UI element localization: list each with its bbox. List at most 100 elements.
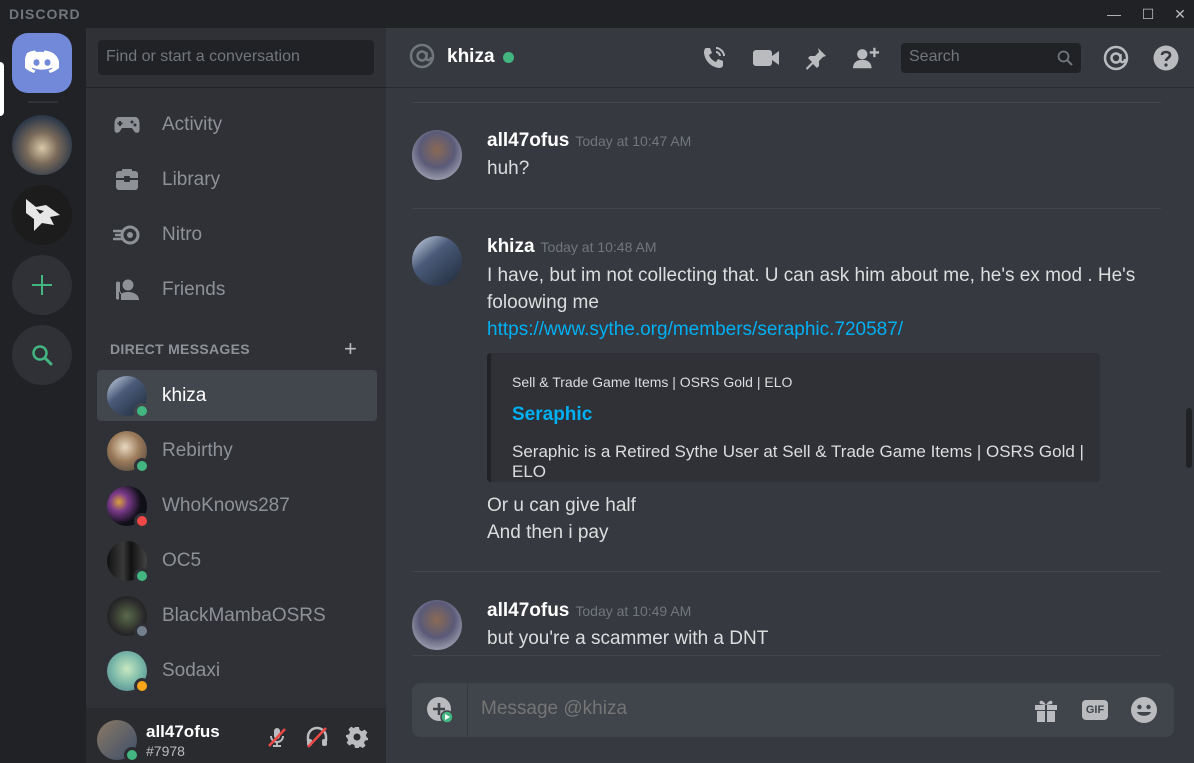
avatar <box>107 650 150 694</box>
user-settings-button[interactable] <box>344 724 370 750</box>
plus-icon <box>32 275 52 295</box>
mentions-button[interactable] <box>1102 44 1130 72</box>
emoji-icon <box>1131 697 1157 723</box>
dm-name: khiza <box>162 384 207 406</box>
message-text: huh? <box>487 158 530 179</box>
status-dnd-icon <box>134 512 150 529</box>
dm-item-khiza[interactable]: khiza <box>97 370 377 421</box>
message-text: foloowing me <box>487 292 599 313</box>
attach-plus-icon <box>426 697 454 724</box>
nav-label: Activity <box>162 114 223 135</box>
message-author[interactable]: all47ofus <box>487 130 569 151</box>
avatar <box>107 375 150 419</box>
discord-logo-icon <box>25 50 59 73</box>
message-header: all47ofus Today at 10:49 AM <box>487 600 691 622</box>
discord-wordmark: DISCORD <box>9 6 81 22</box>
pinned-messages-button[interactable] <box>802 44 830 72</box>
direct-messages-header: DIRECT MESSAGES <box>110 341 250 357</box>
embed-provider: Sell & Trade Game Items | OSRS Gold | EL… <box>512 374 793 390</box>
message-header: khiza Today at 10:48 AM <box>487 236 657 258</box>
at-mention-icon <box>1103 45 1129 71</box>
emoji-picker-button[interactable] <box>1129 695 1159 725</box>
home-button[interactable] <box>12 33 72 93</box>
status-offline-icon <box>134 622 150 639</box>
minimize-button[interactable]: — <box>1102 4 1126 24</box>
dm-item-oc5[interactable]: OC5 <box>97 535 377 586</box>
find-conversation-input[interactable]: Find or start a conversation <box>98 40 374 75</box>
server-list <box>0 28 86 763</box>
start-video-call-button[interactable] <box>752 44 780 72</box>
microphone-muted-icon <box>268 728 286 747</box>
status-online-icon <box>134 457 150 474</box>
avatar[interactable] <box>412 130 462 180</box>
nav-label: Nitro <box>162 224 203 245</box>
divider <box>86 87 386 88</box>
nav-label: Friends <box>162 279 226 300</box>
user-panel: all47ofus #7978 <box>86 708 386 763</box>
avatar[interactable] <box>97 720 140 763</box>
mute-button[interactable] <box>264 724 290 750</box>
start-voice-call-button[interactable] <box>700 44 728 72</box>
scrollbar[interactable] <box>1186 408 1192 468</box>
maximize-button[interactable]: ☐ <box>1136 4 1160 24</box>
status-online-icon <box>134 402 150 419</box>
search-input[interactable]: Search <box>901 43 1081 73</box>
embed-title[interactable]: Seraphic <box>512 404 592 426</box>
gear-icon <box>346 726 368 748</box>
message-divider <box>412 571 1161 572</box>
message-input[interactable] <box>481 698 1001 720</box>
nitro-icon <box>102 213 152 257</box>
channel-name: khiza <box>447 46 495 67</box>
message-author[interactable]: khiza <box>487 236 535 257</box>
help-icon <box>1153 45 1179 71</box>
nav-activity[interactable]: Activity <box>98 103 374 147</box>
message-composer: GIF <box>412 683 1174 737</box>
embed-description: Seraphic is a Retired Sythe User at Sell… <box>512 442 1084 481</box>
message-author[interactable]: all47ofus <box>487 600 569 621</box>
user-tag: #7978 <box>146 743 185 759</box>
add-friend-to-dm-button[interactable] <box>852 44 880 72</box>
nav-nitro[interactable]: Nitro <box>98 213 374 257</box>
pin-icon <box>806 48 826 70</box>
gif-icon: GIF <box>1081 700 1109 720</box>
server-icon-wolf[interactable] <box>12 185 72 245</box>
message-divider <box>412 102 1161 103</box>
message-list: all47ofus Today at 10:47 AM huh? khiza Tod… <box>386 88 1194 656</box>
create-dm-button[interactable]: + <box>344 336 357 362</box>
search-icon <box>1057 50 1073 71</box>
video-camera-icon <box>753 50 779 66</box>
upload-button[interactable] <box>412 683 468 737</box>
message-divider <box>412 655 1161 656</box>
search-placeholder: Search <box>909 48 960 65</box>
deafen-button[interactable] <box>304 724 330 750</box>
status-online-icon <box>134 567 150 584</box>
send-gift-button[interactable] <box>1031 695 1061 725</box>
explore-servers-button[interactable] <box>12 325 72 385</box>
nav-friends[interactable]: Friends <box>98 268 374 312</box>
chat-area: khiza Search all47ofus Today at 10:47 AM… <box>386 28 1194 763</box>
link-embed: Sell & Trade Game Items | OSRS Gold | EL… <box>487 353 1100 482</box>
status-online-icon <box>503 52 514 63</box>
help-button[interactable] <box>1152 44 1180 72</box>
gif-picker-button[interactable]: GIF <box>1080 695 1110 725</box>
avatar <box>107 485 150 529</box>
close-button[interactable]: ✕ <box>1168 4 1192 24</box>
message-text: I have, but im not collecting that. U ca… <box>487 265 1136 286</box>
message-timestamp: Today at 10:47 AM <box>575 133 692 149</box>
dm-item-sodaxi[interactable]: Sodaxi <box>97 645 377 696</box>
avatar[interactable] <box>412 600 462 650</box>
server-icon-1[interactable] <box>12 115 72 175</box>
dm-item-whoknows287[interactable]: WhoKnows287 <box>97 480 377 531</box>
dm-item-blackmambaosrs[interactable]: BlackMambaOSRS <box>97 590 377 641</box>
add-server-button[interactable] <box>12 255 72 315</box>
message-link[interactable]: https://www.sythe.org/members/seraphic.7… <box>487 316 1167 343</box>
dm-item-rebirthy[interactable]: Rebirthy <box>97 425 377 476</box>
phone-call-icon <box>704 47 725 68</box>
headphones-muted-icon <box>306 726 328 748</box>
dm-name: Sodaxi <box>162 659 221 681</box>
avatar[interactable] <box>412 236 462 286</box>
message-text: Or u can give half <box>487 495 636 516</box>
nav-library[interactable]: Library <box>98 158 374 202</box>
gamepad-icon <box>102 103 152 147</box>
gift-icon <box>1035 700 1057 722</box>
